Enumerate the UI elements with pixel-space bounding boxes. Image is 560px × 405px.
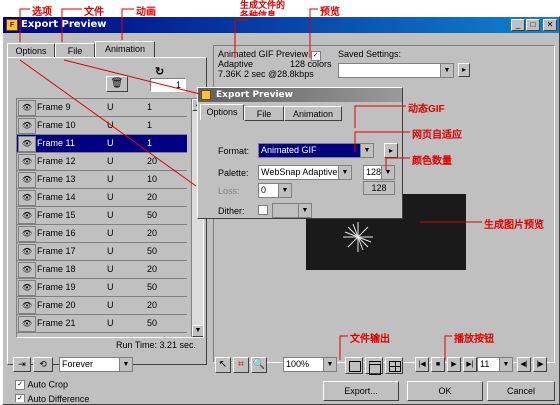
annotation-leader-lines <box>19 8 482 360</box>
